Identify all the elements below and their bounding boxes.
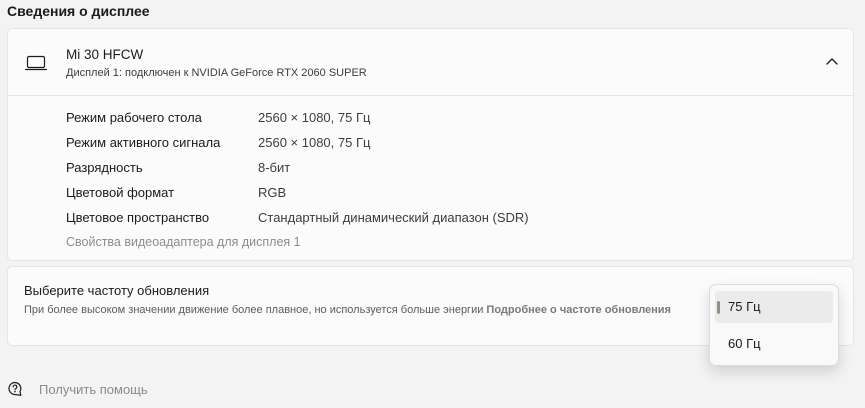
- display-subtitle: Дисплей 1: подключен к NVIDIA GeForce RT…: [66, 67, 367, 79]
- refresh-rate-learn-more-link[interactable]: Подробнее о частоте обновления: [486, 304, 671, 316]
- selected-indicator: [717, 301, 720, 314]
- refresh-rate-description: При более высоком значении движение боле…: [24, 302, 704, 318]
- display-header[interactable]: Mi 30 HFCW Дисплей 1: подключен к NVIDIA…: [8, 29, 853, 96]
- display-name: Mi 30 HFCW: [66, 47, 144, 62]
- property-value: Стандартный динамический диапазон (SDR): [258, 210, 529, 225]
- property-value: RGB: [258, 185, 287, 200]
- display-info-card: Mi 30 HFCW Дисплей 1: подключен к NVIDIA…: [7, 28, 854, 261]
- refresh-rate-description-text: При более высоком значении движение боле…: [24, 304, 484, 316]
- property-label: Цветовой формат: [66, 185, 175, 200]
- help-chat-icon: [8, 381, 22, 396]
- refresh-rate-title: Выберите частоту обновления: [24, 283, 210, 298]
- refresh-rate-option-75[interactable]: 75 Гц: [715, 291, 833, 323]
- option-label: 75 Гц: [728, 299, 761, 314]
- property-label: Цветовое пространство: [66, 210, 210, 225]
- option-label: 60 Гц: [728, 336, 761, 351]
- property-label: Режим рабочего стола: [66, 110, 202, 125]
- property-value: 2560 × 1080, 75 Гц: [258, 110, 371, 125]
- chevron-up-icon[interactable]: [825, 55, 839, 69]
- refresh-rate-dropdown: 75 Гц 60 Гц: [709, 284, 839, 366]
- property-value: 8-бит: [258, 160, 291, 175]
- property-label: Разрядность: [66, 160, 143, 175]
- get-help-label: Получить помощь: [39, 382, 148, 397]
- refresh-rate-option-60[interactable]: 60 Гц: [715, 328, 833, 360]
- adapter-properties-link[interactable]: Свойства видеоадаптера для дисплея 1: [66, 235, 301, 249]
- property-label: Режим активного сигнала: [66, 135, 221, 150]
- monitor-icon: [25, 55, 47, 71]
- property-value: 2560 × 1080, 75 Гц: [258, 135, 371, 150]
- section-title: Сведения о дисплее: [7, 3, 150, 19]
